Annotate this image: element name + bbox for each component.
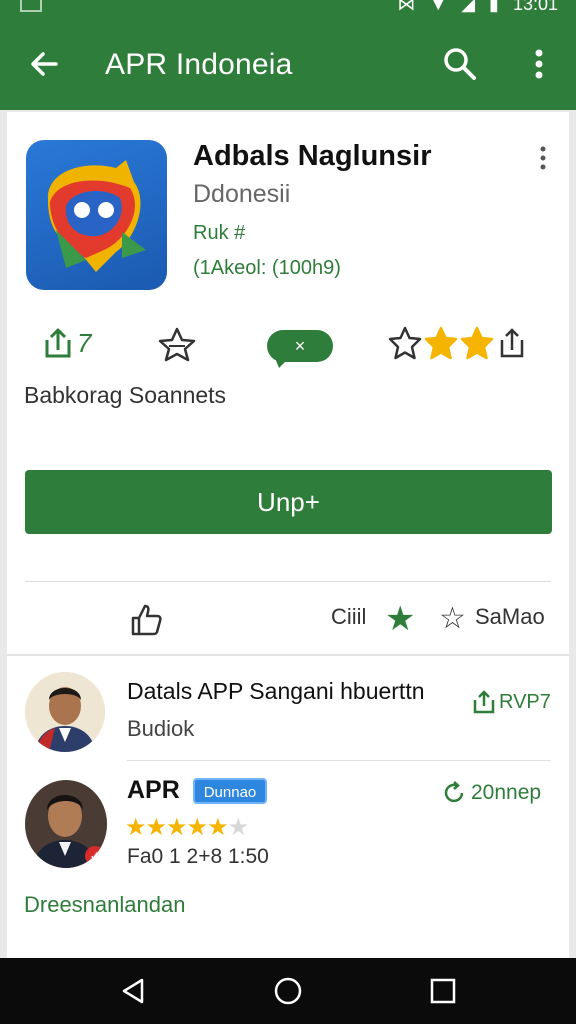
- review-share-button[interactable]: RVP7: [473, 690, 551, 714]
- star-outline-icon: [158, 327, 196, 362]
- status-bar: ⋈ ▼ ◢ ▮ 13:01: [0, 0, 576, 18]
- thumbs-up-icon[interactable]: [129, 602, 163, 636]
- nav-back-icon[interactable]: [118, 976, 148, 1006]
- clock: 13:01: [512, 0, 558, 14]
- avatar[interactable]: [25, 672, 105, 752]
- app-bar: APR Indoneia: [0, 18, 576, 110]
- nav-recents-icon[interactable]: [428, 976, 458, 1006]
- divider: [127, 760, 551, 761]
- review-time-label: 20nnep: [471, 781, 542, 804]
- star-filled-icon: ★: [166, 814, 187, 841]
- review-meta: Fa0 1 2+8 1:50: [127, 845, 269, 868]
- section-separator: [7, 654, 569, 656]
- wifi-icon: ▼: [429, 0, 448, 14]
- star-filled-icon: ★: [145, 814, 167, 841]
- section-label: Babkorag Soannets: [24, 382, 227, 408]
- notification-icon: [20, 0, 42, 12]
- battery-icon: ▮: [489, 0, 499, 14]
- vibrate-icon: ⋈: [397, 0, 416, 14]
- more-vert-icon[interactable]: [526, 46, 552, 82]
- nav-home-icon[interactable]: [273, 976, 303, 1006]
- actions-row: 7 ×: [7, 322, 569, 368]
- app-rank: Ruk #: [193, 222, 246, 244]
- app-logo-icon[interactable]: [26, 140, 167, 290]
- star-filled-icon: ★: [207, 814, 228, 841]
- review-stars: ★★★★★★: [125, 813, 249, 842]
- install-button[interactable]: Unp+: [25, 470, 552, 534]
- avatar[interactable]: ✓: [25, 780, 107, 868]
- reviewer-badge: Dunnao: [193, 778, 267, 804]
- share-count: 7: [77, 327, 92, 358]
- app-stat: (1Akeol: (100h9): [193, 257, 341, 279]
- comment-chip[interactable]: ×: [267, 330, 333, 368]
- app-developer[interactable]: Ddonesii: [193, 180, 290, 209]
- verified-badge-icon: ✓: [85, 846, 105, 866]
- page-title: APR Indoneia: [105, 48, 293, 81]
- divider: [25, 581, 551, 582]
- status-icons: ⋈ ▼ ◢ ▮ 13:01: [397, 0, 558, 15]
- review-title: Datals APP Sangani hbuerttn: [127, 678, 425, 704]
- chip-close-label: ×: [294, 336, 306, 356]
- system-nav-bar: [0, 958, 576, 1024]
- star-filled-icon[interactable]: ★: [385, 602, 415, 636]
- upload-button[interactable]: [497, 326, 529, 360]
- upload-icon: [500, 328, 524, 358]
- refresh-icon: [444, 781, 464, 803]
- star-filled-icon: [460, 326, 494, 360]
- share-icon: [45, 328, 71, 358]
- star-outline-icon[interactable]: ☆: [439, 602, 466, 636]
- star-filled-icon: ★: [186, 814, 208, 841]
- app-name: Adbals Naglunsir: [193, 140, 432, 172]
- reviewer-name: APR: [127, 776, 180, 804]
- app-more-icon[interactable]: [537, 146, 549, 170]
- review-action-label: RVP7: [499, 690, 551, 713]
- rating-count: Ciiil: [331, 604, 367, 629]
- see-more-link[interactable]: SaMao: [475, 604, 545, 630]
- star-empty-icon: ★: [227, 814, 249, 841]
- back-arrow-icon[interactable]: [26, 46, 62, 82]
- rating-row: Ciiil ★ ☆ SaMao: [7, 598, 569, 644]
- cell-icon: ◢: [461, 0, 476, 14]
- share-icon: [473, 690, 495, 714]
- wishlist-button[interactable]: [157, 326, 197, 362]
- bubble-tail-icon: [275, 358, 289, 368]
- search-icon[interactable]: [442, 46, 478, 82]
- star-filled-icon: ★: [125, 814, 146, 841]
- share-button[interactable]: 7: [43, 326, 91, 360]
- star-outline-icon: [388, 326, 422, 360]
- star-filled-icon: [424, 326, 458, 360]
- review-time: 20nnep: [441, 780, 541, 806]
- review-subtitle: Budiok: [127, 716, 195, 741]
- app-detail-card: Adbals Naglunsir Ddonesii Ruk # (1Akeol:…: [7, 112, 569, 958]
- description-link[interactable]: Dreesnanlandan: [24, 892, 185, 918]
